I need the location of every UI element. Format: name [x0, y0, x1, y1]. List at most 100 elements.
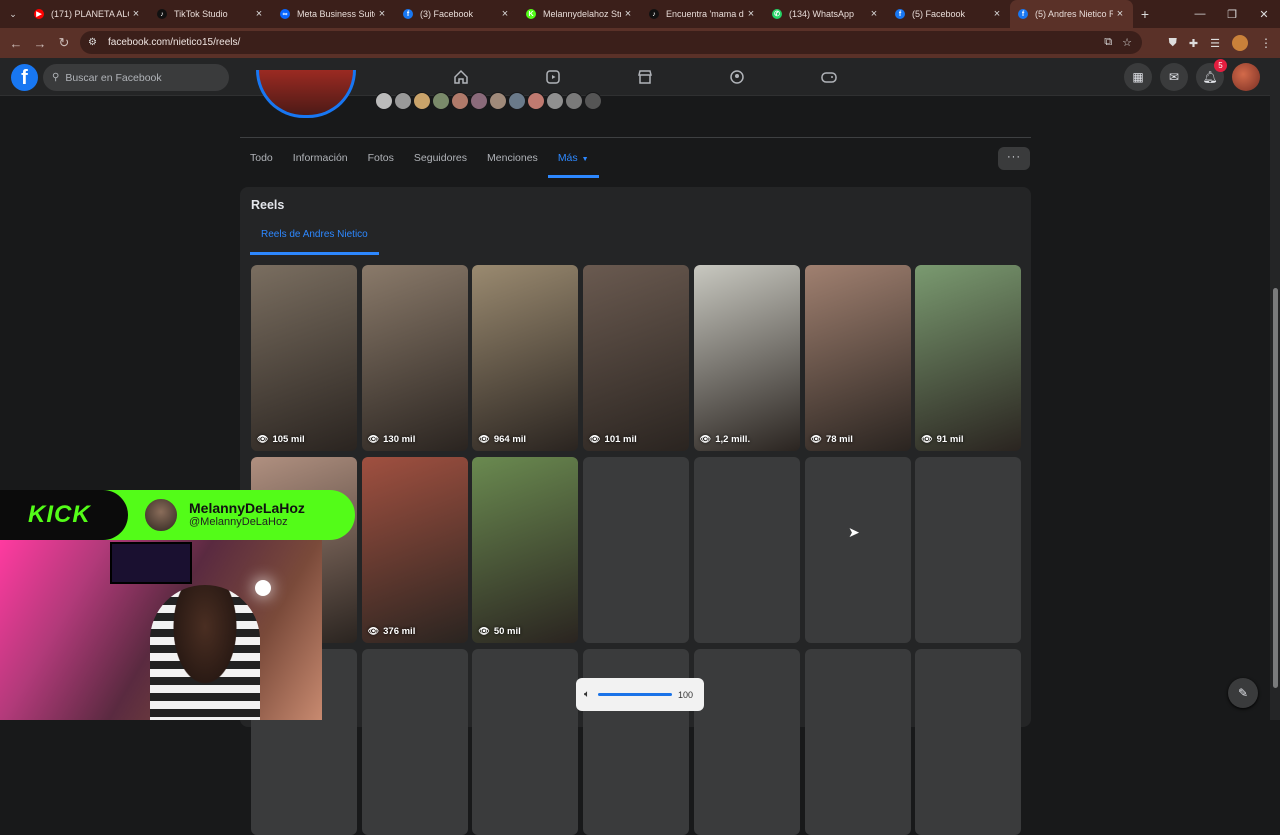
reel-thumbnail-placeholder[interactable]	[361, 649, 468, 835]
tab-informacion[interactable]: Información	[283, 142, 358, 178]
browser-tab[interactable]: ∞ Meta Business Suite ×	[272, 0, 395, 28]
tab-menciones[interactable]: Menciones	[477, 142, 548, 178]
reel-thumbnail[interactable]	[693, 457, 800, 643]
friend-avatar[interactable]	[489, 92, 507, 110]
minimize-icon[interactable]: —	[1184, 8, 1216, 20]
groups-nav-icon[interactable]	[691, 58, 783, 96]
address-bar[interactable]: ⚙ facebook.com/nietico15/reels/ ⧉ ☆	[80, 31, 1142, 54]
tab-close-icon[interactable]: ×	[990, 8, 1004, 20]
browser-tab[interactable]: ✆ (134) WhatsApp ×	[764, 0, 887, 28]
profile-divider	[240, 137, 1031, 138]
friend-avatar[interactable]	[394, 92, 412, 110]
reel-thumbnail[interactable]: 👁︎ 1,2 mill.	[693, 265, 800, 451]
reel-thumbnail[interactable]: 👁︎ 91 mil	[915, 265, 1022, 451]
browser-tab[interactable]: ▶ (171) PLANETA ALOF×	[26, 0, 149, 28]
tab-search-icon[interactable]: ⌄	[0, 0, 26, 28]
reel-thumbnail[interactable]: 👁︎ 964 mil	[472, 265, 579, 451]
reel-view-count: 👁︎ 964 mil	[478, 434, 526, 445]
account-avatar[interactable]	[1232, 63, 1260, 91]
messenger-icon[interactable]: ✉	[1160, 63, 1188, 91]
friend-avatar[interactable]	[527, 92, 545, 110]
reading-list-icon[interactable]: ☰	[1210, 37, 1220, 50]
reel-thumbnail[interactable]: 👁︎ 376 mil	[361, 457, 468, 643]
reel-thumbnail[interactable]: 👁︎ 50 mil	[472, 457, 579, 643]
reel-thumbnail-placeholder[interactable]	[693, 649, 800, 835]
menu-grid-icon[interactable]: ▦	[1124, 63, 1152, 91]
gaming-nav-icon[interactable]	[783, 58, 875, 96]
speaker-icon: 🔈︎	[584, 689, 590, 700]
tab-close-icon[interactable]: ×	[621, 8, 635, 20]
reload-icon[interactable]: ↻	[52, 35, 76, 51]
facebook-search-input[interactable]: ⚲ Buscar en Facebook	[43, 64, 229, 91]
reel-thumbnail-placeholder[interactable]	[915, 649, 1022, 835]
chrome-menu-icon[interactable]: ⋮	[1260, 36, 1272, 50]
tab-mas[interactable]: Más ▼	[547, 142, 599, 178]
browser-tab[interactable]: f (5) Facebook ×	[887, 0, 1010, 28]
eye-icon: 👁︎	[699, 434, 712, 444]
browser-tab[interactable]: ♪ TikTok Studio ×	[149, 0, 272, 28]
forward-icon[interactable]: →	[28, 36, 52, 51]
friend-avatar[interactable]	[375, 92, 393, 110]
more-options-button[interactable]: ···	[998, 147, 1030, 170]
site-info-icon[interactable]: ⚙	[88, 37, 102, 48]
tab-fotos[interactable]: Fotos	[358, 142, 404, 178]
close-window-icon[interactable]: ✕	[1248, 8, 1280, 21]
friends-avatar-stack[interactable]	[375, 92, 603, 110]
reel-thumbnail-placeholder[interactable]	[804, 649, 911, 835]
tab-close-icon[interactable]: ×	[867, 8, 881, 20]
install-app-icon[interactable]: ⧉	[1104, 36, 1112, 49]
new-message-icon[interactable]: ✎	[1228, 678, 1258, 708]
friend-avatar[interactable]	[565, 92, 583, 110]
friend-avatar[interactable]	[470, 92, 488, 110]
reel-thumbnail[interactable]: 👁︎ 105 mil	[251, 265, 357, 451]
reel-thumbnail[interactable]: 👁︎ 78 mil	[804, 265, 911, 451]
tab-todo[interactable]: Todo	[240, 142, 283, 178]
background-monitor	[110, 542, 192, 584]
tab-close-icon[interactable]: ×	[498, 8, 512, 20]
friend-avatar[interactable]	[432, 92, 450, 110]
reel-thumbnail[interactable]	[583, 457, 690, 643]
reel-thumbnail[interactable]: 👁︎ 130 mil	[361, 265, 468, 451]
bookmark-star-icon[interactable]: ☆	[1122, 36, 1132, 49]
home-nav-icon[interactable]	[415, 58, 507, 96]
facebook-header: f ⚲ Buscar en Facebook ▦ ✉ 🔔︎ 5	[0, 58, 1270, 96]
friend-avatar[interactable]	[508, 92, 526, 110]
reels-subtab[interactable]: Reels de Andres Nietico	[250, 223, 379, 255]
video-nav-icon[interactable]	[507, 58, 599, 96]
friend-avatar[interactable]	[413, 92, 431, 110]
scrollbar-thumb[interactable]	[1273, 288, 1278, 688]
volume-level: 100	[678, 689, 694, 700]
back-icon[interactable]: ←	[4, 36, 28, 51]
tab-close-icon[interactable]: ×	[252, 8, 266, 20]
tab-close-icon[interactable]: ×	[375, 8, 389, 20]
browser-tab[interactable]: ♪ Encuentra 'mama de ×	[641, 0, 764, 28]
tab-close-icon[interactable]: ×	[1113, 8, 1127, 20]
shield-extension-icon[interactable]: ⛊	[1169, 37, 1177, 50]
new-tab-button[interactable]: +	[1133, 6, 1157, 22]
tab-close-icon[interactable]: ×	[744, 8, 758, 20]
chevron-down-icon: ▼	[581, 156, 589, 163]
reel-thumbnail[interactable]	[804, 457, 911, 643]
facebook-logo-icon[interactable]: f	[11, 64, 38, 91]
tab-favicon-icon: K	[526, 9, 536, 19]
browser-tab[interactable]: f (3) Facebook ×	[395, 0, 518, 28]
page-scrollbar[interactable]	[1270, 58, 1280, 720]
profile-avatar-icon[interactable]	[1232, 35, 1248, 51]
browser-tab[interactable]: K Melannydelahoz Stre ×	[518, 0, 641, 28]
profile-picture[interactable]	[256, 70, 356, 118]
friend-avatar[interactable]	[546, 92, 564, 110]
restore-icon[interactable]: ❐	[1216, 8, 1248, 21]
reel-thumbnail[interactable]	[915, 457, 1022, 643]
tab-close-icon[interactable]: ×	[129, 8, 143, 20]
puzzle-extensions-icon[interactable]: ✚	[1189, 37, 1198, 50]
notifications-bell-icon[interactable]: 🔔︎ 5	[1196, 59, 1227, 91]
friend-avatar[interactable]	[451, 92, 469, 110]
tab-favicon-icon: ▶	[34, 9, 44, 19]
tab-seguidores[interactable]: Seguidores	[404, 142, 477, 178]
browser-tab[interactable]: f (5) Andres Nietico Re ×	[1010, 0, 1133, 28]
reel-thumbnail[interactable]: 👁︎ 101 mil	[583, 265, 690, 451]
friend-avatar[interactable]	[584, 92, 602, 110]
reel-thumbnail-placeholder[interactable]	[583, 649, 690, 835]
reel-thumbnail-placeholder[interactable]	[472, 649, 579, 835]
marketplace-nav-icon[interactable]	[599, 58, 691, 96]
